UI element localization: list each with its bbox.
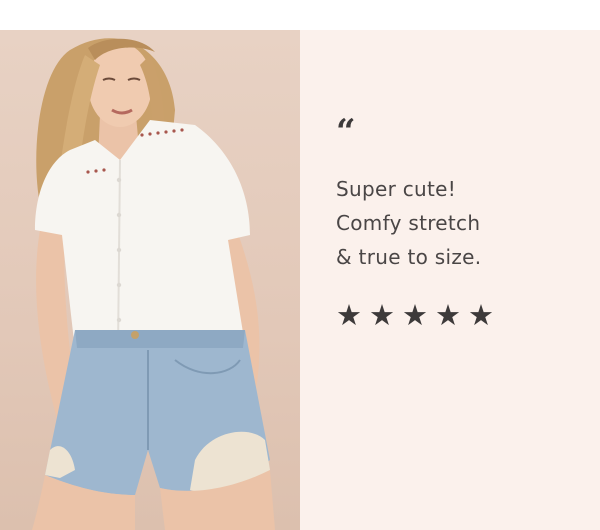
star-icon: ★ — [435, 298, 461, 332]
quote-panel — [300, 30, 600, 530]
model-photo — [0, 30, 300, 530]
quote-line: Super cute! — [336, 177, 457, 201]
testimonial-card — [0, 30, 600, 530]
quote-line: Comfy stretch — [336, 211, 481, 235]
quote-mark-icon: “ — [336, 112, 356, 152]
star-rating: ★ ★ ★ ★ ★ — [336, 300, 494, 330]
testimonial-quote: Super cute! Comfy stretch & true to size… — [336, 172, 586, 274]
model-illustration — [32, 38, 275, 530]
star-icon: ★ — [336, 298, 362, 332]
star-icon: ★ — [468, 298, 494, 332]
star-icon: ★ — [402, 298, 428, 332]
quote-line: & true to size. — [336, 245, 482, 269]
star-icon: ★ — [369, 298, 395, 332]
